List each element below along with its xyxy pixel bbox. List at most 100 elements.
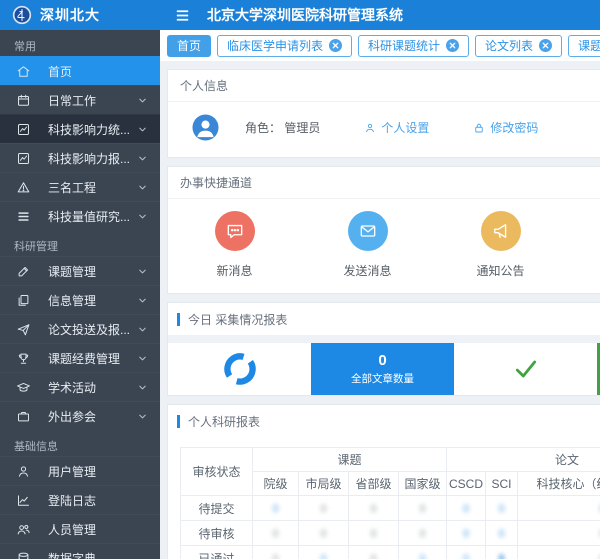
sidebar-item[interactable]: 外出参会 — [0, 401, 160, 430]
sidebar-item[interactable]: 数据字典 — [0, 543, 160, 559]
tab-active[interactable]: 首页 — [167, 35, 211, 57]
report-cell[interactable]: 0 — [399, 496, 447, 521]
megaphone-icon — [481, 211, 521, 251]
tab[interactable]: 论文列表 — [475, 35, 562, 57]
tab-label: 课题费用报表 — [578, 37, 600, 54]
report-cell[interactable]: 0 — [447, 546, 486, 559]
personal-info-title: 个人信息 — [168, 70, 600, 102]
sidebar-item-label: 人员管理 — [48, 521, 148, 538]
menu-toggle-icon[interactable] — [174, 7, 191, 24]
hospital-logo-icon — [12, 5, 32, 25]
blurred-value: 0 — [498, 528, 504, 540]
report-cell[interactable]: 0 — [447, 521, 486, 546]
close-icon[interactable] — [446, 39, 459, 52]
report-cell[interactable]: 0 — [518, 496, 600, 521]
quick-channel-item[interactable]: 发送消息 — [301, 211, 434, 279]
report-cell[interactable]: 0 — [299, 546, 349, 559]
sidebar: 常用首页日常工作科技影响力统...科技影响力报...三名工程科技量值研究...科… — [0, 30, 160, 559]
blurred-value: 0 — [463, 503, 469, 515]
sidebar-item[interactable]: 学术活动 — [0, 372, 160, 401]
report-cell[interactable]: 0 — [486, 546, 518, 559]
report-cell[interactable]: 0 — [299, 496, 349, 521]
report-cell[interactable]: 0 — [253, 521, 299, 546]
sidebar-item[interactable]: 科技影响力报... — [0, 143, 160, 172]
sidebar-item[interactable]: 登陆日志 — [0, 485, 160, 514]
report-cell[interactable]: 0 — [349, 546, 399, 559]
app-title: 北京大学深圳医院科研管理系统 — [207, 5, 403, 25]
lock-icon — [473, 122, 485, 134]
blurred-value: 0 — [320, 503, 326, 515]
table-column-header: CSCD — [447, 472, 486, 496]
sidebar-item[interactable]: 三名工程 — [0, 172, 160, 201]
user-icon — [16, 464, 31, 479]
blurred-value: 0 — [498, 553, 504, 559]
sidebar-item[interactable]: 课题经费管理 — [0, 343, 160, 372]
quick-channel-item[interactable]: 通知公告 — [434, 211, 567, 279]
blurred-value: 0 — [419, 553, 425, 559]
spinner-icon[interactable] — [168, 343, 311, 395]
today-report-header: 今日 采集情况报表 — [168, 303, 600, 335]
quick-channel-label: 新消息 — [216, 262, 252, 279]
sidebar-item[interactable]: 课题管理 — [0, 256, 160, 285]
personal-settings-link[interactable]: 个人设置 — [364, 119, 429, 136]
close-icon[interactable] — [539, 39, 552, 52]
quick-channel-item[interactable]: 新消息 — [168, 211, 301, 279]
blurred-value: 0 — [463, 528, 469, 540]
report-cell[interactable]: 0 — [447, 496, 486, 521]
report-cell[interactable]: 0 — [518, 546, 600, 559]
header-main: 北京大学深圳医院科研管理系统 — [160, 0, 600, 30]
row-label: 待提交 — [181, 496, 253, 521]
report-cell[interactable]: 0 — [486, 496, 518, 521]
document-icon — [16, 293, 31, 308]
report-cell[interactable]: 0 — [253, 546, 299, 559]
sidebar-item-label: 学术活动 — [48, 379, 137, 396]
report-cell[interactable]: 0 — [253, 496, 299, 521]
blurred-value: 0 — [320, 528, 326, 540]
stat-total-articles[interactable]: 0全部文章数量 — [311, 343, 454, 395]
report-cell[interactable]: 0 — [299, 521, 349, 546]
report-cell[interactable]: 0 — [399, 546, 447, 559]
sidebar-section-label: 基础信息 — [0, 430, 160, 456]
chevron-down-icon — [137, 95, 148, 106]
table-row: 待提交0000000 — [181, 496, 600, 521]
warning-icon — [16, 180, 31, 195]
tab[interactable]: 科研课题统计 — [358, 35, 469, 57]
report-cell[interactable]: 0 — [349, 496, 399, 521]
research-report-header: 个人科研报表 — [168, 405, 600, 437]
sidebar-item[interactable]: 日常工作 — [0, 85, 160, 114]
blurred-value: 0 — [370, 528, 376, 540]
sidebar-item[interactable]: 信息管理 — [0, 285, 160, 314]
sidebar-item-label: 课题管理 — [48, 263, 137, 280]
blurred-value: 0 — [498, 503, 504, 515]
report-cell[interactable]: 0 — [486, 521, 518, 546]
blurred-value: 0 — [419, 503, 425, 515]
sidebar-item-label: 登陆日志 — [48, 492, 148, 509]
chevron-down-icon — [137, 353, 148, 364]
brand-name: 深圳北大 — [40, 5, 100, 25]
change-password-link[interactable]: 修改密码 — [473, 119, 538, 136]
report-cell[interactable]: 0 — [399, 521, 447, 546]
check-icon[interactable] — [454, 343, 597, 395]
tab[interactable]: 课题费用报表 — [568, 35, 600, 57]
report-cell[interactable]: 0 — [349, 521, 399, 546]
chart-box-icon — [16, 151, 31, 166]
tab[interactable]: 临床医学申请列表 — [217, 35, 352, 57]
quick-channels-card: 办事快捷通道 新消息发送消息通知公告 — [167, 166, 600, 294]
sidebar-item[interactable]: 论文投送及报... — [0, 314, 160, 343]
close-icon[interactable] — [329, 39, 342, 52]
users-icon — [16, 522, 31, 537]
sidebar-item[interactable]: 首页 — [0, 56, 160, 85]
report-cell[interactable]: 0 — [518, 521, 600, 546]
row-label: 待审核 — [181, 521, 253, 546]
table-column-header: 省部级 — [349, 472, 399, 496]
sidebar-item-label: 科技影响力统... — [48, 121, 137, 138]
blurred-value: 0 — [463, 553, 469, 559]
sidebar-item[interactable]: 用户管理 — [0, 456, 160, 485]
sidebar-item[interactable]: 科技量值研究... — [0, 201, 160, 230]
tab-label: 临床医学申请列表 — [227, 37, 323, 54]
chevron-down-icon — [137, 295, 148, 306]
sidebar-item[interactable]: 科技影响力统... — [0, 114, 160, 143]
line-chart-icon — [16, 493, 31, 508]
sidebar-item[interactable]: 人员管理 — [0, 514, 160, 543]
sidebar-item-label: 科技量值研究... — [48, 208, 137, 225]
